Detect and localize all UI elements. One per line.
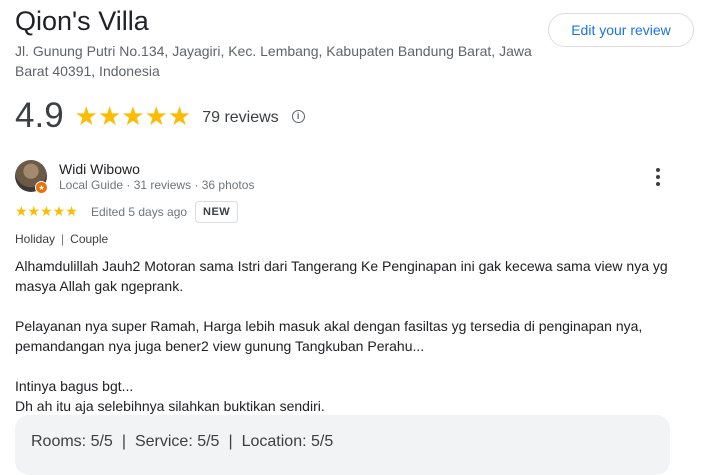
review-paragraph: Dh ah itu aja selebihnya silahkan buktik…: [15, 398, 325, 414]
more-dot: [656, 168, 660, 172]
rating-stars: ★★★★★: [74, 100, 192, 131]
rooms-rating: Rooms: 5/5: [31, 433, 113, 450]
review-stars: ★★★★★: [15, 203, 78, 219]
review-paragraph: Pelayanan nya super Ramah, Harga lebih m…: [15, 318, 643, 354]
place-title: Qion's Villa: [15, 6, 149, 36]
new-badge: NEW: [195, 201, 239, 223]
sub-ratings-box: Rooms: 5/5 | Service: 5/5 | Location: 5/5: [15, 415, 670, 475]
service-rating: Service: 5/5: [134, 433, 220, 450]
review-count-link[interactable]: 79 reviews: [202, 109, 278, 127]
more-dot: [656, 175, 660, 179]
sub-ratings-line: Rooms: 5/5 | Service: 5/5 | Location: 5/5: [31, 433, 333, 451]
location-rating: Location: 5/5: [241, 433, 334, 450]
review-text: Alhamdulillah Jauh2 Motoran sama Istri d…: [15, 256, 695, 416]
info-icon[interactable]: i: [291, 109, 305, 123]
average-rating: 4.9: [15, 96, 64, 135]
rating-separator: |: [121, 433, 126, 450]
tag-holiday: Holiday: [15, 232, 56, 246]
trip-tags: Holiday | Couple: [15, 232, 108, 246]
review-paragraph: Intinya bagus bgt...: [15, 378, 134, 394]
reviewer-name[interactable]: Widi Wibowo: [59, 161, 140, 177]
edit-review-button[interactable]: Edit your review: [548, 13, 694, 47]
review-paragraph: Alhamdulillah Jauh2 Motoran sama Istri d…: [15, 258, 668, 294]
rating-summary: 4.9 ★★★★★ 79 reviews i: [15, 96, 305, 136]
edited-timestamp: Edited 5 days ago: [91, 205, 188, 219]
tag-couple: Couple: [70, 232, 109, 246]
more-dot: [656, 182, 660, 186]
local-guide-icon: ★: [35, 181, 48, 194]
rating-separator: |: [228, 433, 233, 450]
more-options-icon[interactable]: [647, 166, 669, 188]
reviewer-meta: Local Guide · 31 reviews · 36 photos: [59, 178, 255, 192]
place-address: Jl. Gunung Putri No.134, Jayagiri, Kec. …: [15, 43, 532, 79]
tag-separator: |: [61, 232, 65, 246]
